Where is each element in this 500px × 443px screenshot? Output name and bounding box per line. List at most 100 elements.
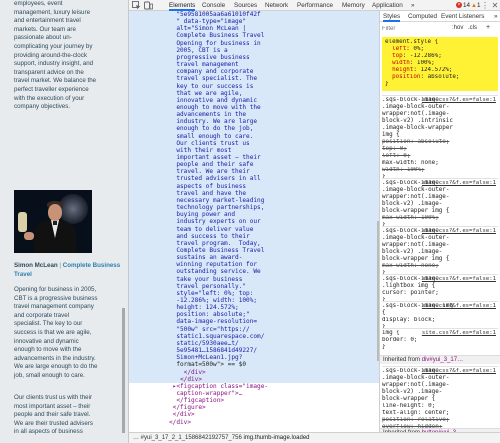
dom-code-line[interactable]: important asset – their bbox=[169, 154, 379, 161]
dom-code-line[interactable]: company and corporate bbox=[169, 68, 379, 75]
dom-code-line[interactable]: that we are agile, bbox=[169, 90, 379, 97]
dom-code-line[interactable]: static/5930aee…t/ bbox=[169, 340, 379, 347]
kebab-menu-icon[interactable]: ⋮ bbox=[481, 1, 489, 10]
css-rule-block[interactable]: site.css?&f.es=false:1 .sqs-block-image .… bbox=[382, 178, 498, 229]
element-style-property[interactable]: height: 124.572%; bbox=[385, 67, 495, 74]
dom-code-line[interactable]: travel and have the bbox=[169, 190, 379, 197]
dom-code-line[interactable]: 5e95481…1586841d49227/ bbox=[169, 347, 379, 354]
element-style-property[interactable]: top: -12.286%; bbox=[385, 53, 495, 60]
portrait-image[interactable] bbox=[14, 190, 92, 253]
dom-code-line[interactable]: industry. We are large bbox=[169, 118, 379, 125]
css-declaration[interactable]: } bbox=[382, 344, 498, 351]
dom-code-line[interactable]: take your business bbox=[169, 276, 379, 283]
dom-code-line[interactable]: travel management bbox=[169, 61, 379, 68]
dom-code-line[interactable]: winning reputation for bbox=[169, 261, 379, 268]
more-styles-tabs-chevron[interactable]: » bbox=[494, 11, 498, 22]
dom-code-line[interactable]: aspects of business bbox=[169, 183, 379, 190]
css-rule-block[interactable]: site.css?&f.es=false:1 .sqs-block-image .… bbox=[382, 95, 498, 181]
class-toggle[interactable]: .cls bbox=[468, 25, 477, 32]
tab-styles[interactable]: Styles bbox=[383, 11, 401, 22]
css-rule-block[interactable]: site.css?&f.es=false:1 .sqs-block-image i… bbox=[382, 301, 498, 331]
dom-code-line[interactable]: travel personally." bbox=[169, 283, 379, 290]
dom-code-line[interactable]: trusted advisers in all bbox=[169, 175, 379, 182]
tab-elements[interactable]: Elements bbox=[169, 0, 196, 11]
css-declaration[interactable]: display: block; bbox=[382, 317, 498, 324]
css-source-link[interactable]: site.css?&f.es=false:1 bbox=[422, 276, 496, 283]
tab-sources[interactable]: Sources bbox=[234, 0, 257, 11]
dom-code-line[interactable]: people and their safe bbox=[169, 161, 379, 168]
dom-code-line[interactable]: progressive business bbox=[169, 54, 379, 61]
dom-code-line[interactable]: "500w" src="https:// bbox=[169, 326, 379, 333]
dom-code-line[interactable]: </figcaption> bbox=[169, 397, 379, 404]
tab-network[interactable]: Network bbox=[265, 0, 288, 11]
css-rule-block[interactable]: site.css?&f.es=false:1 img { border: 0;} bbox=[382, 328, 498, 351]
dom-code-line[interactable]: -12.286%; width: 100%; bbox=[169, 297, 379, 304]
page-scrollbar[interactable] bbox=[122, 308, 125, 433]
tab-performance[interactable]: Performance bbox=[297, 0, 333, 11]
hover-state-toggle[interactable]: :hov bbox=[452, 25, 463, 32]
dom-code-line[interactable]: static1.squarespace.com/ bbox=[169, 333, 379, 340]
breadcrumb-ellipsis[interactable]: … bbox=[133, 435, 139, 441]
inherited-element-link[interactable]: button#yui_3_… bbox=[422, 430, 466, 432]
dom-code-line[interactable]: position: absolute;" bbox=[169, 311, 379, 318]
dom-code-line[interactable]: travel specialist. The bbox=[169, 75, 379, 82]
dom-code-line[interactable]: enough to move with the bbox=[169, 104, 379, 111]
dom-code-line[interactable]: </div> bbox=[169, 411, 379, 418]
new-style-rule-button[interactable]: + bbox=[486, 24, 490, 31]
dom-code-line[interactable]: advancements in the bbox=[169, 111, 379, 118]
css-declaration[interactable]: top: 0; bbox=[382, 146, 498, 153]
css-declaration[interactable]: max-width: 100%; bbox=[382, 215, 498, 222]
tab-event-listeners[interactable]: Event Listeners bbox=[441, 11, 484, 22]
element-style-block[interactable]: element.style { left: 0%; top: -12.286%;… bbox=[382, 37, 498, 91]
dom-code-line[interactable]: " data-type="image" bbox=[169, 18, 379, 25]
dom-code-line[interactable]: ▸<figcaption class="image- bbox=[169, 383, 379, 390]
dom-code-line[interactable]: Our clients trust us bbox=[169, 140, 379, 147]
dom-code-line[interactable]: alt="Simon McLean | bbox=[169, 25, 379, 32]
dom-code-line[interactable]: and success to their bbox=[169, 233, 379, 240]
breadcrumb-selected[interactable]: img.thumb-image.loaded bbox=[243, 435, 309, 441]
dom-code-line[interactable]: sustains an award- bbox=[169, 254, 379, 261]
dom-code-line[interactable]: industry experts on our bbox=[169, 218, 379, 225]
close-icon[interactable]: ✕ bbox=[491, 1, 499, 10]
dom-code-line[interactable]: innovative and dynamic bbox=[169, 97, 379, 104]
dom-code-line[interactable]: "5e9581005aa6a61010f42f bbox=[169, 11, 379, 18]
dom-code-line[interactable]: buying power and bbox=[169, 211, 379, 218]
dom-code-line[interactable]: data-image-resolution= bbox=[169, 318, 379, 325]
dom-code-line[interactable]: Simon+McLean1.jpg? bbox=[169, 354, 379, 361]
dom-code-line[interactable]: small enough to care. bbox=[169, 133, 379, 140]
dom-code-line[interactable]: Opening for business in bbox=[169, 40, 379, 47]
css-rule-block[interactable]: site.css?&f.es=false:1 .sqs-block-image .… bbox=[382, 274, 498, 304]
css-source-link[interactable]: site.css?&f.es=false:1 bbox=[422, 303, 496, 310]
dom-code-line[interactable]: </div> bbox=[169, 369, 379, 376]
css-source-link[interactable]: site.css?&f.es=false:1 bbox=[422, 97, 496, 104]
element-style-property[interactable]: position: absolute; bbox=[385, 74, 495, 81]
dom-code-line[interactable]: format=500w"> == $0 bbox=[169, 361, 379, 368]
tab-computed[interactable]: Computed bbox=[408, 11, 437, 22]
dom-code-line[interactable]: enough to do the job, bbox=[169, 125, 379, 132]
dom-code-line[interactable]: style="left: 0%; top: bbox=[169, 290, 379, 297]
inherited-element-link[interactable]: div#yui_3_17… bbox=[422, 357, 463, 363]
css-declaration[interactable]: line-height: 0; bbox=[382, 403, 498, 410]
css-declaration[interactable]: text-align: center; bbox=[382, 410, 498, 417]
tab-memory[interactable]: Memory bbox=[342, 0, 365, 11]
tab-console[interactable]: Console bbox=[202, 0, 225, 11]
css-source-link[interactable]: site.css?&f.es=false:1 bbox=[422, 180, 496, 187]
element-style-property[interactable]: left: 0%; bbox=[385, 46, 495, 53]
css-declaration[interactable]: max-width: none; bbox=[382, 263, 498, 270]
dom-code-line[interactable]: technology partnerships, bbox=[169, 204, 379, 211]
dom-code-line[interactable]: outstanding service. We bbox=[169, 268, 379, 275]
dom-code-line[interactable]: travel. We are their bbox=[169, 168, 379, 175]
inspect-element-icon[interactable] bbox=[131, 1, 141, 10]
element-style-property[interactable]: width: 100%; bbox=[385, 60, 495, 67]
css-declaration[interactable]: cursor: pointer; bbox=[382, 290, 498, 297]
dom-code-line[interactable]: Complete Business Travel bbox=[169, 32, 379, 39]
css-source-link[interactable]: site.css?&f.es=false:1 bbox=[422, 330, 496, 337]
dom-code-line[interactable]: with their most bbox=[169, 147, 379, 154]
css-source-link[interactable]: site.css?&f.es=false:1 bbox=[422, 368, 496, 375]
css-declaration[interactable]: left: 0; bbox=[382, 153, 498, 160]
dom-code-line[interactable]: </div> bbox=[169, 376, 379, 383]
css-rule-block[interactable]: site.css?&f.es=false:1 .sqs-block-image .… bbox=[382, 366, 498, 431]
error-counter[interactable]: × 14▲1 bbox=[456, 1, 480, 10]
css-declaration[interactable]: width: 100%; bbox=[382, 167, 498, 174]
dom-code-line[interactable]: necessary market-leading bbox=[169, 197, 379, 204]
